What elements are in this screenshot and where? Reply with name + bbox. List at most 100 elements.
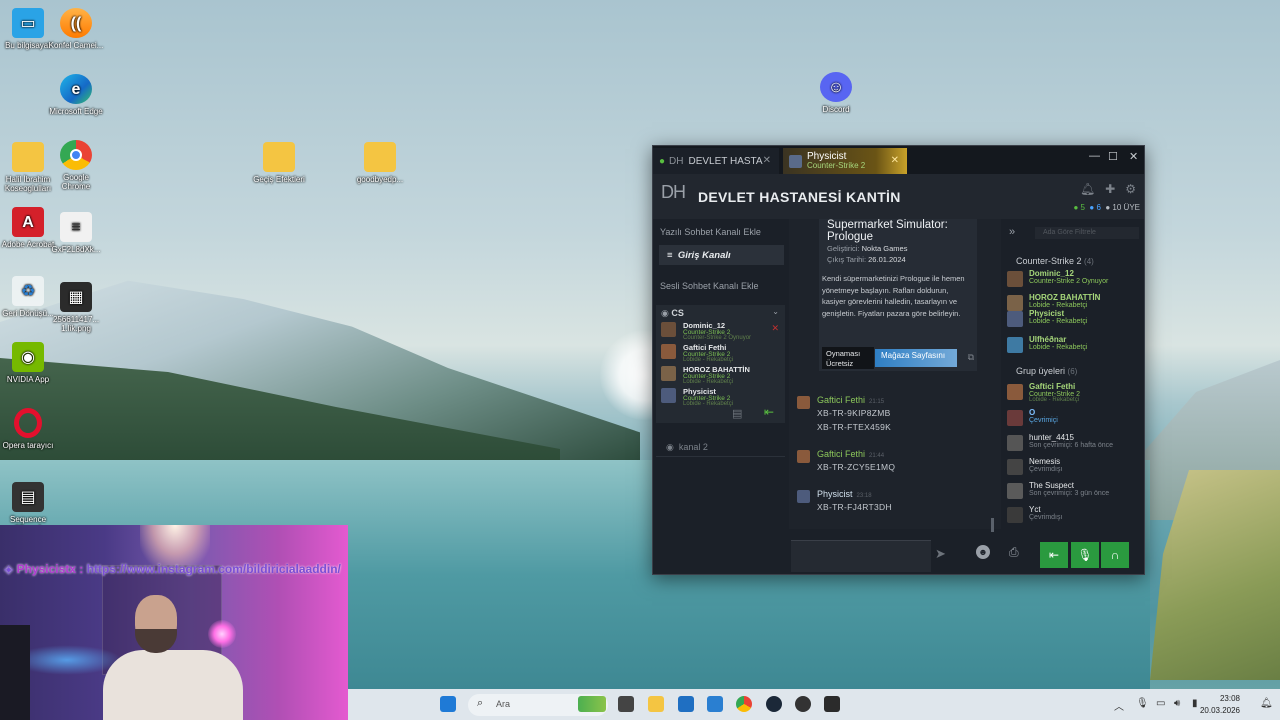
- emoji-icon[interactable]: ☻: [976, 545, 990, 559]
- avatar: [1007, 483, 1023, 499]
- speaker-icon: ◉: [661, 308, 669, 318]
- tab-physicist[interactable]: Physicist Counter-Strike 2 ✕: [783, 148, 907, 174]
- desktop-icon-folder-gecis[interactable]: Geçiş Efektleri: [251, 142, 307, 184]
- bell-icon[interactable]: 🔔︎: [1080, 182, 1095, 196]
- channel-giris[interactable]: ≡ Giriş Kanalı: [659, 245, 784, 265]
- instagram-overlay: ◈ Physicistx : https://www.instagram.com…: [4, 562, 341, 576]
- chat-input-bar: ➤ ☻ ⎙ ⇤ 🎙︎ ∩: [789, 536, 1144, 574]
- add-text-channel[interactable]: Yazılı Sohbet Kanalı Ekle: [660, 227, 761, 237]
- steam-icon[interactable]: [766, 696, 782, 712]
- app-icon[interactable]: [824, 696, 840, 712]
- member-row[interactable]: hunter_4415 Son çevrimiçi: 6 hafta önce: [1007, 433, 1143, 455]
- obs-icon[interactable]: [795, 696, 811, 712]
- member-row[interactable]: Nemesis Çevrimdışı: [1007, 457, 1143, 479]
- volume-icon[interactable]: 🔊︎: [1174, 698, 1180, 709]
- member-row[interactable]: The Suspect Son çevrimiçi: 3 gün önce: [1007, 481, 1143, 503]
- file-explorer-icon[interactable]: [648, 696, 664, 712]
- zip-folder-icon: [364, 142, 396, 172]
- group-header-cs2[interactable]: Counter-Strike 2 (4): [1016, 256, 1094, 266]
- chrome-icon[interactable]: [736, 696, 752, 712]
- member-row[interactable]: Yct Çevrimdışı: [1007, 505, 1143, 527]
- member-row[interactable]: Dominic_12 Counter-Strike 2 Oynuyor: [1007, 269, 1143, 291]
- battery-icon[interactable]: ▮: [1192, 698, 1198, 709]
- desktop-icon-chrome[interactable]: Google Chrome: [48, 140, 104, 191]
- headphones-button[interactable]: ∩: [1101, 542, 1129, 568]
- microphone-tray-icon[interactable]: 🎙︎: [1136, 698, 1149, 709]
- leave-voice-button[interactable]: ⇤: [1040, 542, 1068, 568]
- store-embed-card[interactable]: Supermarket Simulator: Prologue Geliştir…: [819, 219, 977, 371]
- store-game-title: Supermarket Simulator: Prologue: [827, 219, 948, 243]
- add-friend-icon[interactable]: ✚: [1105, 182, 1115, 196]
- chevron-down-icon[interactable]: ⌄: [772, 307, 779, 316]
- voice-user[interactable]: Gaftici Fethi Counter-Strike 2 Lobide - …: [661, 343, 779, 363]
- avatar[interactable]: [797, 490, 810, 503]
- voice-user[interactable]: Dominic_12 Counter-Strike 2 Counter-Stri…: [661, 321, 779, 341]
- tab-devlet-hastanesi[interactable]: ● DH DEVLET HASTA ✕: [653, 148, 779, 174]
- leave-voice-icon[interactable]: ⇤: [764, 405, 774, 419]
- windows-start-icon[interactable]: [440, 696, 456, 712]
- member-row[interactable]: Ulfhéðnar Lobide - Rekabetçi: [1007, 335, 1143, 357]
- message-input[interactable]: [791, 540, 931, 572]
- chevron-up-icon[interactable]: ︿: [1114, 698, 1124, 713]
- chat-scrollbar[interactable]: [991, 518, 994, 532]
- close-window-icon[interactable]: ✕: [1129, 150, 1138, 163]
- avatar: [1007, 435, 1023, 451]
- desktop-icon-opera[interactable]: Opera tarayıcı: [0, 408, 56, 450]
- network-icon[interactable]: ▭: [1156, 698, 1165, 709]
- avatar: [1007, 337, 1023, 353]
- voice-user[interactable]: HOROZ BAHATTİN Counter-Strike 2 Lobide -…: [661, 365, 779, 385]
- avatar: [1007, 410, 1023, 426]
- document-icon: ≡: [60, 212, 92, 242]
- desktop-icon-konfel[interactable]: (( Konfel Camei...: [48, 8, 104, 50]
- microsoft-store-icon[interactable]: [678, 696, 694, 712]
- attach-icon[interactable]: ⎙: [1009, 545, 1019, 560]
- desktop-icon-nvidia[interactable]: ◉ NVIDIA App: [0, 342, 56, 384]
- send-icon[interactable]: ➤: [935, 546, 946, 562]
- desktop-icon-edge[interactable]: e Microsoft Edge: [48, 74, 104, 116]
- notification-icon[interactable]: 🔔︎: [1260, 698, 1273, 709]
- add-voice-channel[interactable]: Sesli Sohbet Kanalı Ekle: [660, 281, 759, 291]
- muted-icon: ✕: [771, 323, 779, 333]
- store-description: Kendi süpermarketinizi Prologue ile heme…: [822, 274, 965, 318]
- weather-widget-icon[interactable]: [578, 696, 606, 712]
- store-page-button[interactable]: Mağaza Sayfasını: [875, 349, 957, 367]
- close-icon[interactable]: ✕: [763, 155, 771, 166]
- member-row[interactable]: Gaftici Fethi Counter-Strike 2 Lobide - …: [1007, 382, 1143, 404]
- member-filter-input[interactable]: Ada Göre Filtrele: [1035, 227, 1139, 239]
- group-header: DH DEVLET HASTANESİ KANTİN 🔔︎ ✚ ⚙ ● 5 ● …: [653, 174, 1144, 219]
- image-file-icon: ▦: [60, 282, 92, 312]
- task-view-icon[interactable]: [618, 696, 634, 712]
- avatar[interactable]: [797, 450, 810, 463]
- webcam-overlay: [0, 525, 348, 720]
- free-to-play-label: Oynaması Ücretsiz: [822, 347, 874, 369]
- microphone-button[interactable]: 🎙︎: [1071, 542, 1099, 568]
- member-row[interactable]: O Çevrimiçi: [1007, 408, 1143, 430]
- avatar: [661, 322, 676, 337]
- avatar: [1007, 507, 1023, 523]
- close-icon[interactable]: ✕: [891, 155, 899, 166]
- maximize-icon[interactable]: ☐: [1108, 150, 1118, 163]
- collapse-icon[interactable]: »: [1009, 226, 1015, 238]
- member-row[interactable]: Physicist Lobide - Rekabetçi: [1007, 309, 1143, 331]
- chrome-icon: [60, 140, 92, 170]
- minimize-icon[interactable]: —: [1089, 150, 1100, 162]
- acrobat-icon: A: [12, 207, 44, 237]
- gear-icon[interactable]: ⚙: [1125, 182, 1136, 196]
- opera-icon: [14, 408, 42, 438]
- taskbar-clock[interactable]: 23:08 20.03.2026: [1200, 693, 1240, 717]
- voice-channel-cs[interactable]: ◉ CS ⌄ Dominic_12 Counter-Strike 2 Count…: [656, 305, 785, 423]
- external-link-icon[interactable]: ⧉: [968, 352, 974, 363]
- settings-icon[interactable]: ▤: [732, 407, 742, 420]
- desktop-icon-discord[interactable]: ☺ Discord: [808, 72, 864, 114]
- voice-channel-kanal-2[interactable]: ◉ kanal 2: [656, 437, 785, 457]
- desktop-icon-folder-goodbye[interactable]: goodbyedp...: [352, 142, 408, 184]
- desktop-icon-png-file[interactable]: ▦ 256611417... 1.lik.png: [48, 282, 104, 333]
- chat-tab-bar: ● DH DEVLET HASTA ✕ Physicist Counter-St…: [653, 146, 1144, 174]
- outlook-icon[interactable]: [707, 696, 723, 712]
- voice-user[interactable]: Physicist Counter-Strike 2 Lobide - Reka…: [661, 387, 779, 407]
- avatar: [661, 366, 676, 381]
- avatar[interactable]: [797, 396, 810, 409]
- channel-list: Yazılı Sohbet Kanalı Ekle ≡ Giriş Kanalı…: [653, 219, 788, 574]
- desktop-icon-gxf-file[interactable]: ≡ GxF2L8dXk...: [48, 212, 104, 254]
- group-header-members[interactable]: Grup üyeleri (6): [1016, 366, 1077, 376]
